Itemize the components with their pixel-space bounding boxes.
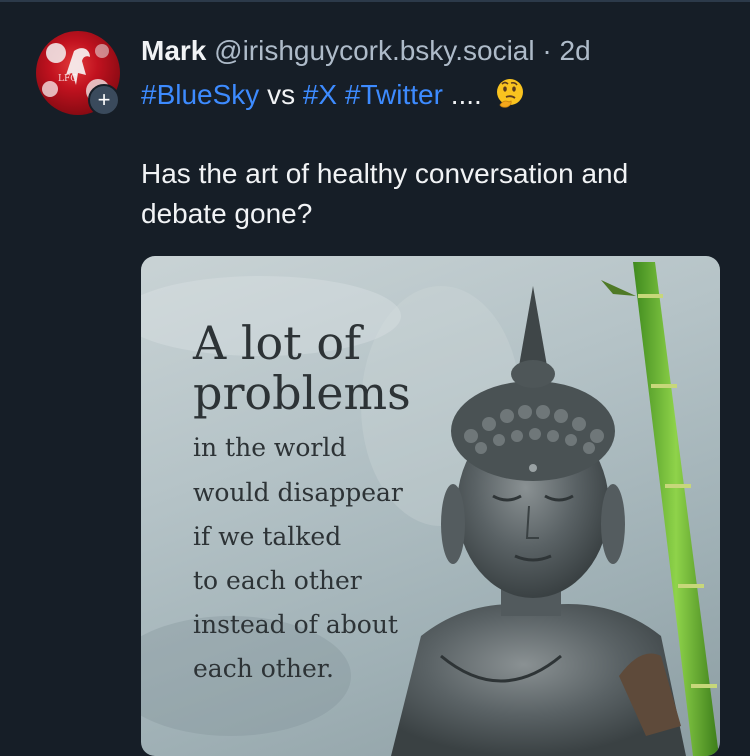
separator-dot: · <box>542 35 552 66</box>
author-name[interactable]: Mark <box>141 35 206 66</box>
hashtag-x[interactable]: #X <box>303 79 337 110</box>
vs-text: vs <box>267 79 296 110</box>
image-quote-line-3: in the world <box>193 433 347 462</box>
follow-plus-icon[interactable]: + <box>88 84 120 116</box>
post-time[interactable]: 2d <box>560 35 591 66</box>
svg-text:LFC: LFC <box>58 74 77 84</box>
thinking-face-icon <box>496 79 523 108</box>
image-quote-line-4: would disappear <box>193 478 403 507</box>
post-header: Mark @irishguycork.bsky.social · 2d <box>141 33 741 69</box>
author-handle[interactable]: @irishguycork.bsky.social <box>214 35 534 66</box>
hashtag-twitter[interactable]: #Twitter <box>345 79 443 110</box>
post-text: Has the art of healthy conversation and … <box>141 158 629 229</box>
image-quote-line-5: if we talked <box>193 522 342 551</box>
image-quote-line-1: A lot of <box>193 316 362 370</box>
ellipsis-text: .... <box>450 79 482 110</box>
image-quote-line-2: problems <box>193 366 411 420</box>
image-quote-line-7: instead of about <box>193 610 398 639</box>
image-quote-line-8: each other. <box>193 654 334 683</box>
top-divider <box>0 0 750 2</box>
image-quote-line-6: to each other <box>193 566 362 595</box>
tags-line: #BlueSky vs #X #Twitter .... <box>141 77 741 113</box>
hashtag-bluesky[interactable]: #BlueSky <box>141 79 259 110</box>
post-image[interactable]: A lot of problems in the world would dis… <box>141 256 720 756</box>
